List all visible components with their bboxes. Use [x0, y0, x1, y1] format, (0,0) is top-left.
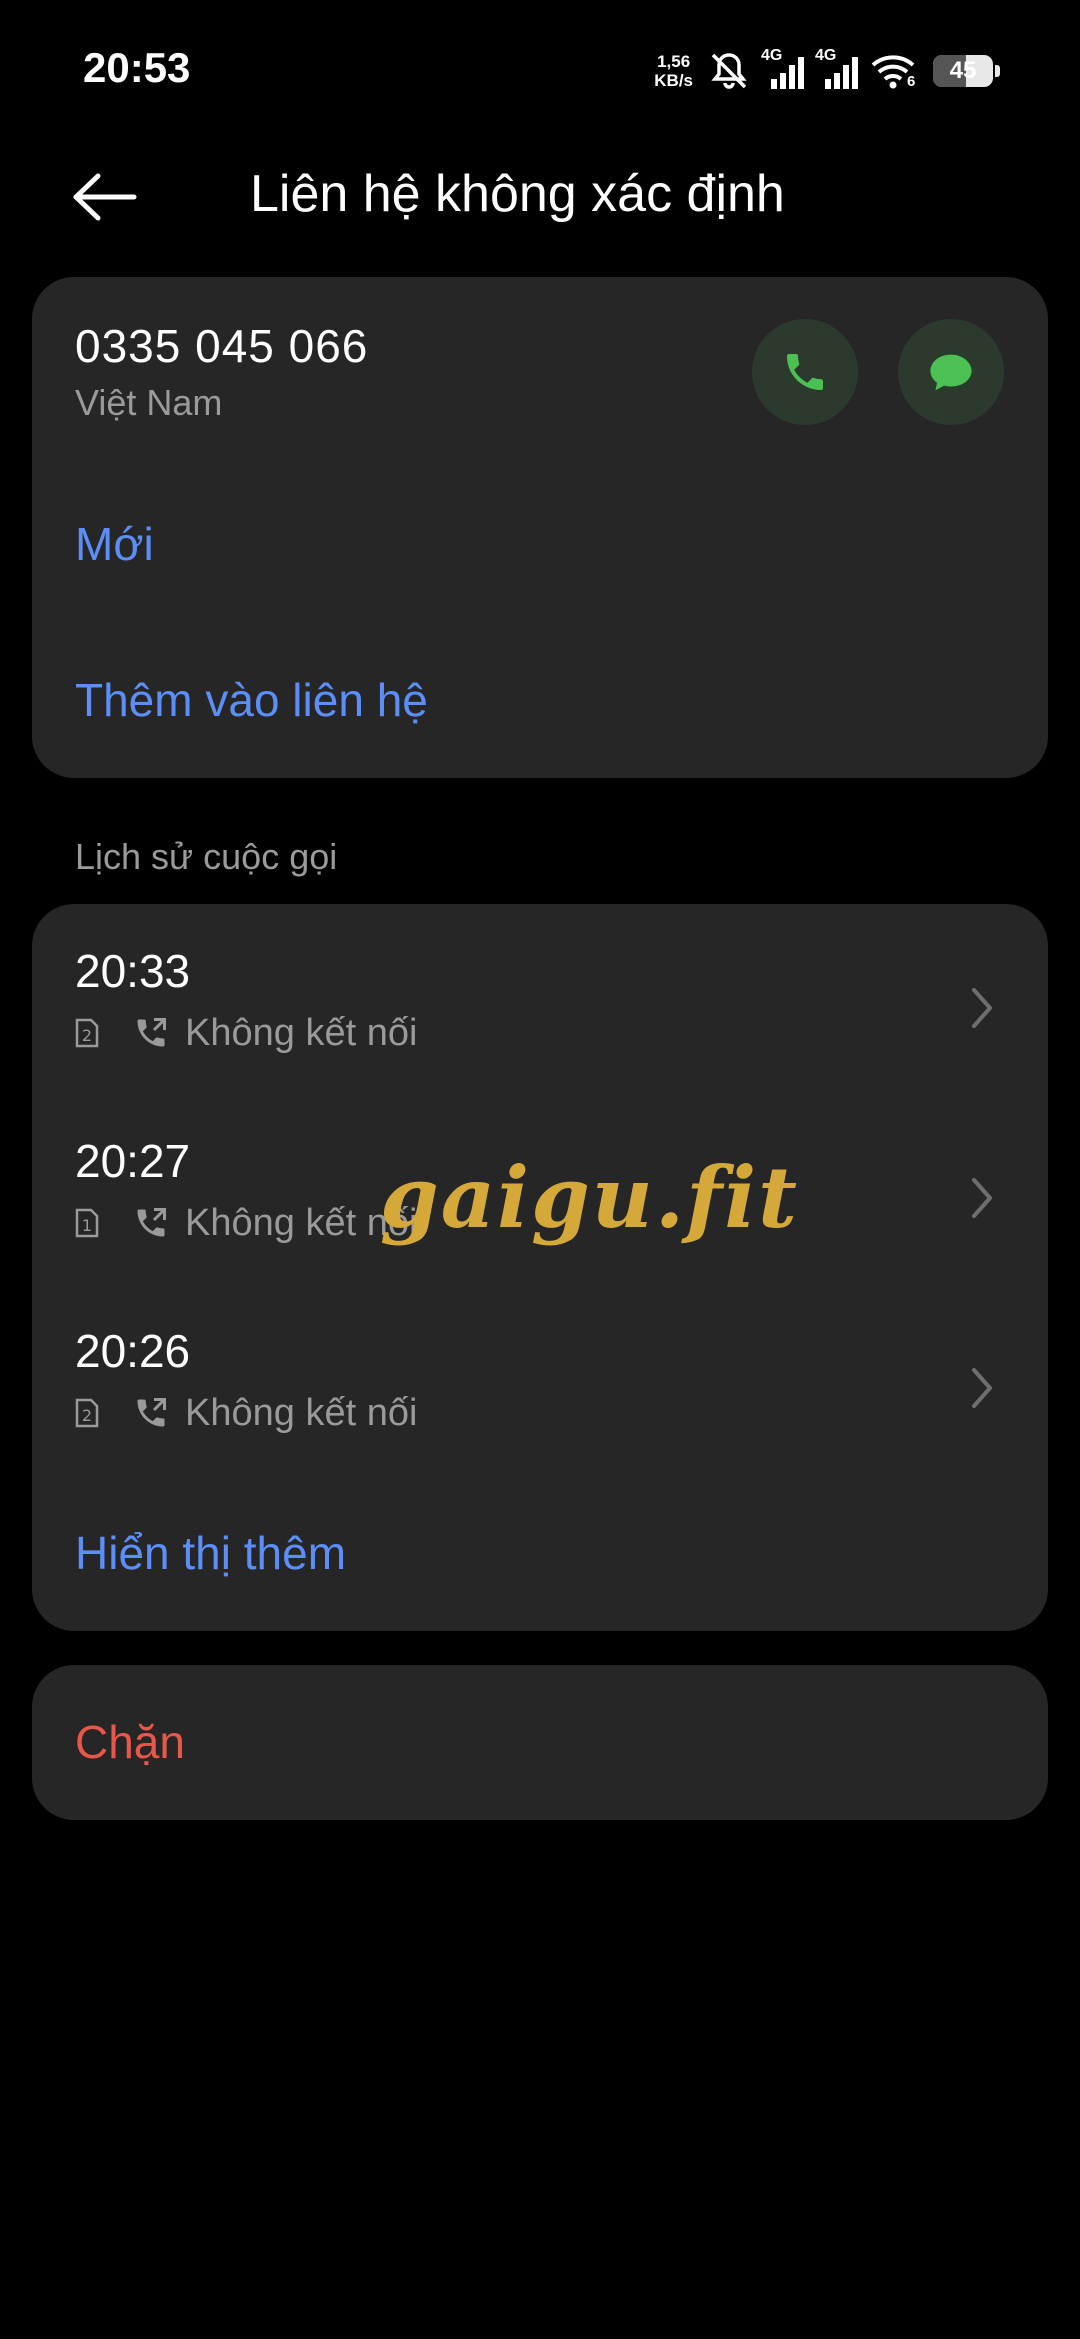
phone-icon	[787, 354, 823, 390]
call-history-row[interactable]: 20:26 2 Không kết nối	[32, 1284, 1048, 1474]
call-meta: 2 Không kết nối	[75, 1008, 417, 1058]
chevron-right-icon	[972, 1368, 992, 1408]
status-icons: 1,56 KB/s 4G 4G 6 45	[654, 46, 1000, 96]
call-meta: 1 Không kết nối	[75, 1198, 417, 1248]
sim2-signal-icon: 4G	[815, 47, 859, 93]
wifi-icon: 6	[869, 49, 919, 93]
contact-card: 0335 045 066 Việt Nam Mới Thêm vào liên …	[32, 277, 1048, 778]
outgoing-call-icon	[137, 1018, 166, 1047]
outgoing-call-icon	[137, 1208, 166, 1237]
status-time: 20:53	[83, 44, 191, 91]
page-title: Liên hệ không xác định	[250, 165, 785, 223]
call-meta: 2 Không kết nối	[75, 1388, 417, 1438]
sim-card-icon: 2	[75, 1018, 99, 1048]
battery-level: 45	[949, 57, 977, 84]
sim-number: 1	[82, 1216, 92, 1235]
battery-icon: 45	[933, 55, 993, 87]
network-speed-unit: KB/s	[654, 71, 693, 90]
call-time: 20:27	[75, 1135, 191, 1187]
call-history-card: 20:33 2 Không kết nối 20:27 1 Không kết …	[32, 904, 1048, 1631]
phone-number: 0335 045 066	[75, 320, 369, 372]
status-bar: 20:53 1,56 KB/s 4G 4G 6 45	[0, 0, 1080, 140]
sim1-signal-icon: 4G	[761, 47, 805, 93]
block-button[interactable]: Chặn	[75, 1715, 185, 1769]
outgoing-call-icon	[137, 1398, 166, 1427]
chevron-right-icon	[972, 1178, 992, 1218]
network-speed-value: 1,56	[657, 52, 691, 71]
call-button[interactable]	[752, 319, 858, 425]
chat-bubble-icon	[930, 354, 972, 391]
muted-bell-icon	[711, 53, 747, 89]
call-history-row[interactable]: 20:33 2 Không kết nối	[32, 904, 1048, 1094]
call-status: Không kết nối	[185, 1391, 418, 1434]
add-to-contacts-link[interactable]: Thêm vào liên hệ	[75, 673, 428, 727]
message-button[interactable]	[898, 319, 1004, 425]
watermark: gaigu.fit	[380, 1148, 799, 1247]
network-speed: 1,56 KB/s	[654, 52, 693, 90]
sim-card-icon: 1	[75, 1208, 99, 1238]
arrow-left-icon	[73, 173, 137, 221]
new-contact-link[interactable]: Mới	[75, 517, 154, 571]
call-status: Không kết nối	[185, 1011, 418, 1054]
block-card[interactable]: Chặn	[32, 1665, 1048, 1820]
call-history-title: Lịch sử cuộc gọi	[75, 836, 338, 877]
battery-tip	[995, 65, 1000, 77]
call-time: 20:33	[75, 945, 191, 997]
sim-card-icon: 2	[75, 1398, 99, 1428]
back-button[interactable]	[60, 162, 150, 232]
sim-number: 2	[82, 1406, 92, 1425]
app-header: Liên hệ không xác định	[0, 140, 1080, 250]
sim-number: 2	[82, 1026, 92, 1045]
chevron-right-icon	[972, 988, 992, 1028]
country-label: Việt Nam	[75, 382, 223, 423]
show-more-link[interactable]: Hiển thị thêm	[75, 1526, 346, 1580]
call-time: 20:26	[75, 1325, 191, 1377]
wifi-standard: 6	[907, 73, 916, 90]
